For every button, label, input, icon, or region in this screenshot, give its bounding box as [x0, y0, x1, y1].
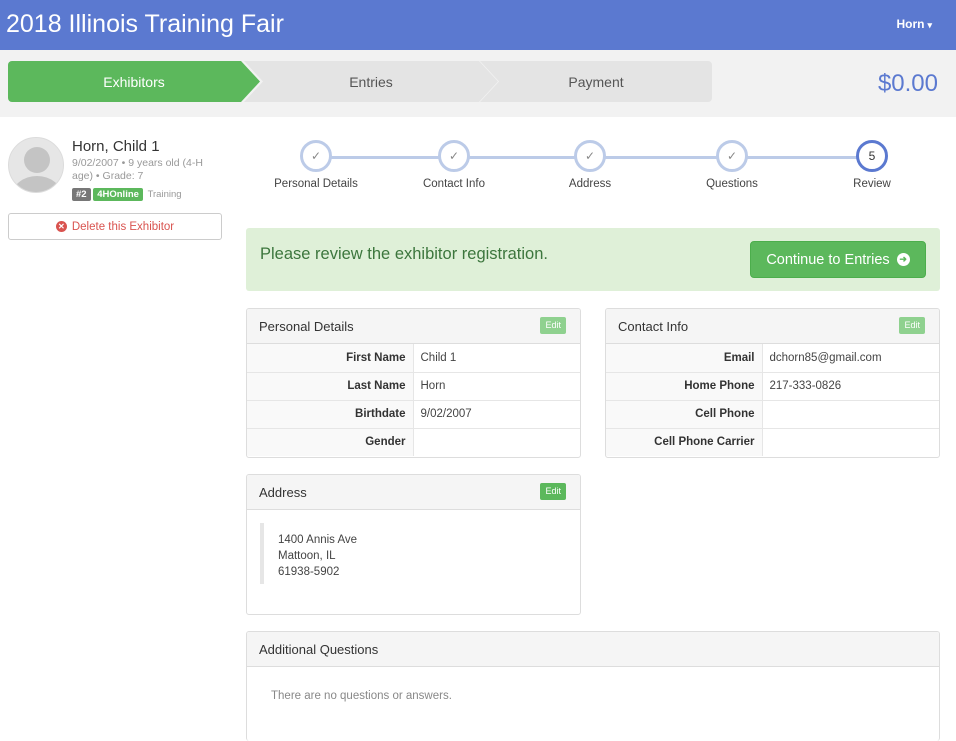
wizard-step-entries[interactable]: Entries: [244, 61, 498, 102]
field-value: [762, 427, 939, 456]
review-alert: Please review the exhibitor registration…: [246, 228, 940, 291]
exhibitor-badges: #2 4HOnline Training: [72, 188, 182, 201]
times-circle-icon: ✕: [55, 221, 67, 232]
panel-title: Address: [259, 485, 307, 500]
check-icon: ✓: [716, 140, 748, 172]
progress-step-label: Address: [568, 178, 612, 190]
panel-heading: Address Edit: [247, 475, 580, 510]
step-number: 5: [856, 140, 888, 172]
table-row: Last Name Horn: [247, 371, 580, 400]
exhibitor-info: 9/02/2007 • 9 years old (4-H age) • Grad…: [72, 157, 203, 182]
progress-step-label: Contact Info: [422, 178, 485, 190]
user-avatar-icon: [8, 137, 64, 193]
continue-to-entries-button[interactable]: Continue to Entries ➜: [750, 241, 926, 278]
field-label: Email: [606, 344, 763, 372]
progress-step-questions[interactable]: ✓ Questions: [682, 140, 782, 190]
field-value: Child 1: [420, 351, 457, 364]
progress-step-contact-info[interactable]: ✓ Contact Info: [404, 140, 504, 190]
progress-step-address[interactable]: ✓ Address: [540, 140, 640, 190]
program-label: Training: [147, 189, 182, 200]
panel-heading: Contact Info Edit: [606, 309, 939, 344]
field-value: [413, 427, 580, 456]
progress-step-label: Review: [853, 178, 891, 190]
field-value: 217-333-0826: [762, 371, 939, 400]
table-row: Email dchorn85@gmail.com: [606, 344, 939, 372]
delete-exhibitor-button[interactable]: ✕ Delete this Exhibitor: [8, 213, 222, 240]
registration-progress: ✓ Personal Details ✓ Contact Info ✓ Addr…: [248, 140, 938, 200]
cart-total: $0.00: [877, 70, 938, 97]
field-label: Last Name: [247, 371, 414, 400]
field-value: dchorn85@gmail.com: [769, 351, 882, 364]
exhibitor-number-badge: #2: [72, 188, 91, 201]
check-icon: ✓: [438, 140, 470, 172]
personal-details-panel: Personal Details Edit First Name Child 1 …: [246, 308, 581, 458]
wizard-step-exhibitors[interactable]: Exhibitors: [8, 61, 260, 102]
progress-step-label: Questions: [706, 178, 758, 190]
caret-down-icon: ▾: [927, 20, 932, 30]
delete-exhibitor-label: Delete this Exhibitor: [71, 220, 175, 233]
address-line-3: 61938-5902: [278, 566, 340, 578]
wizard-steps: Exhibitors Entries Payment: [8, 61, 712, 102]
field-label: Birthdate: [247, 399, 414, 428]
panel-title: Contact Info: [618, 319, 689, 334]
panel-heading: Personal Details Edit: [247, 309, 580, 344]
edit-address-button[interactable]: Edit: [540, 483, 566, 500]
edit-contact-info-button[interactable]: Edit: [899, 317, 925, 334]
table-row: Gender: [247, 427, 580, 456]
program-badge: 4HOnline: [93, 188, 143, 201]
panel-heading: Additional Questions: [247, 632, 939, 667]
field-label: First Name: [247, 344, 414, 372]
panel-title: Additional Questions: [259, 642, 379, 657]
progress-step-label: Personal Details: [274, 178, 358, 190]
check-icon: ✓: [574, 140, 606, 172]
app-title: 2018 Illinois Training Fair: [6, 10, 284, 38]
progress-step-personal-details[interactable]: ✓ Personal Details: [266, 140, 366, 190]
top-navbar: 2018 Illinois Training Fair Horn ▾: [0, 0, 956, 50]
address-panel: Address Edit 1400 Annis Ave Mattoon, IL …: [246, 474, 581, 615]
table-row: Cell Phone: [606, 399, 939, 428]
personal-details-table: First Name Child 1 Last Name Horn Birthdat…: [247, 344, 580, 456]
contact-info-panel: Contact Info Edit Email dchorn85@gmail.co…: [605, 308, 940, 458]
progress-step-review[interactable]: 5 Review: [822, 140, 922, 190]
address-line-2: Mattoon, IL: [278, 550, 336, 562]
wizard-step-payment[interactable]: Payment: [480, 61, 712, 102]
table-row: First Name Child 1: [247, 344, 580, 372]
user-name: Horn: [896, 17, 925, 31]
field-label: Home Phone: [606, 371, 763, 400]
check-icon: ✓: [300, 140, 332, 172]
contact-info-table: Email dchorn85@gmail.com Home Phone 217-33…: [606, 344, 939, 456]
field-label: Cell Phone: [606, 399, 763, 428]
field-value: [762, 399, 939, 428]
field-value: Horn: [413, 371, 580, 400]
field-label: Gender: [247, 427, 414, 456]
address-line-1: 1400 Annis Ave: [278, 534, 358, 546]
field-label: Cell Phone Carrier: [606, 427, 763, 456]
additional-questions-panel: Additional Questions There are no questi…: [246, 631, 940, 741]
continue-label: Continue to Entries: [766, 251, 890, 268]
no-questions-message: There are no questions or answers.: [271, 690, 452, 702]
table-row: Cell Phone Carrier: [606, 427, 939, 456]
review-message: Please review the exhibitor registration…: [260, 245, 548, 263]
exhibitor-name: Horn, Child 1: [72, 138, 160, 155]
address-block: 1400 Annis Ave Mattoon, IL 61938-5902: [260, 523, 357, 584]
table-row: Birthdate 9/02/2007: [247, 399, 580, 428]
field-value: 9/02/2007: [413, 399, 580, 428]
panel-title: Personal Details: [259, 319, 354, 334]
table-row: Home Phone 217-333-0826: [606, 371, 939, 400]
edit-personal-details-button[interactable]: Edit: [540, 317, 566, 334]
arrow-circle-right-icon: ➜: [896, 253, 910, 266]
user-menu[interactable]: Horn ▾: [896, 17, 932, 31]
